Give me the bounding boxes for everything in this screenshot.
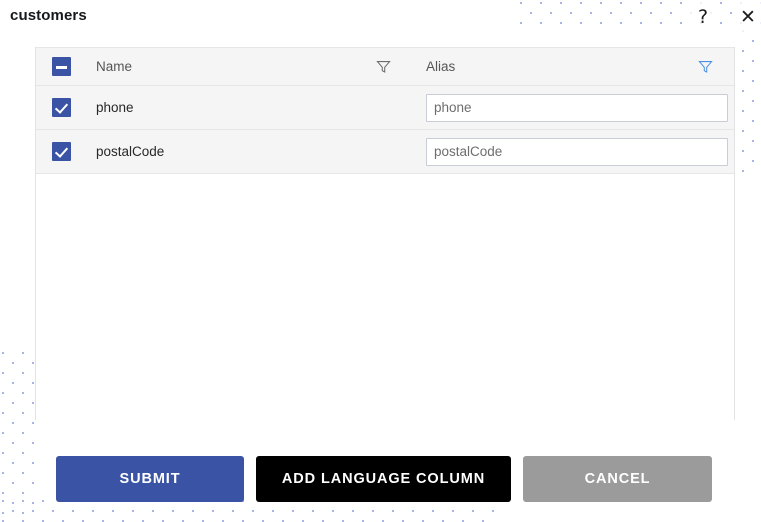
dot-pattern-left	[0, 350, 34, 522]
header-alias-cell: Alias	[417, 59, 734, 74]
row-name-label: postalCode	[96, 144, 165, 159]
table-header-row: Name Alias	[36, 47, 734, 86]
alias-filter-icon[interactable]	[698, 59, 713, 74]
table-row[interactable]: postalCode	[36, 130, 734, 174]
close-button[interactable]: ✕	[733, 2, 761, 32]
help-button[interactable]: ?	[688, 2, 718, 32]
row-alias-cell	[417, 137, 734, 166]
columns-table: Name Alias phone phone postalCode postal…	[35, 47, 735, 420]
dialog-title-bar: customers ? ✕	[0, 0, 761, 34]
select-all-checkbox[interactable]	[52, 57, 71, 76]
row-checkbox[interactable]	[52, 142, 71, 161]
row-alias-cell	[417, 93, 734, 122]
row-name-label: phone	[96, 100, 134, 115]
column-header-alias: Alias	[426, 59, 456, 74]
header-name-cell: Name	[87, 59, 417, 74]
add-language-column-button[interactable]: ADD LANGUAGE COLUMN	[256, 456, 511, 502]
action-bar: SUBMIT ADD LANGUAGE COLUMN CANCEL	[56, 456, 712, 502]
submit-button[interactable]: SUBMIT	[56, 456, 244, 502]
table-row[interactable]: phone	[36, 86, 734, 130]
alias-input[interactable]	[426, 137, 728, 166]
row-name-cell: phone	[87, 100, 417, 115]
row-checkbox[interactable]	[52, 98, 71, 117]
cancel-button[interactable]: CANCEL	[523, 456, 712, 502]
table-empty-area	[36, 174, 734, 420]
row-select-cell	[36, 98, 87, 117]
header-select-cell	[36, 57, 87, 76]
close-x-icon: ✕	[740, 5, 756, 28]
alias-input[interactable]	[426, 93, 728, 122]
dot-pattern-right	[740, 28, 761, 180]
row-select-cell	[36, 142, 87, 161]
row-name-cell: postalCode	[87, 144, 417, 159]
question-mark-icon: ?	[697, 5, 709, 28]
name-filter-icon[interactable]	[376, 59, 391, 74]
column-header-name: Name	[96, 59, 133, 74]
page-title: customers	[10, 7, 87, 24]
